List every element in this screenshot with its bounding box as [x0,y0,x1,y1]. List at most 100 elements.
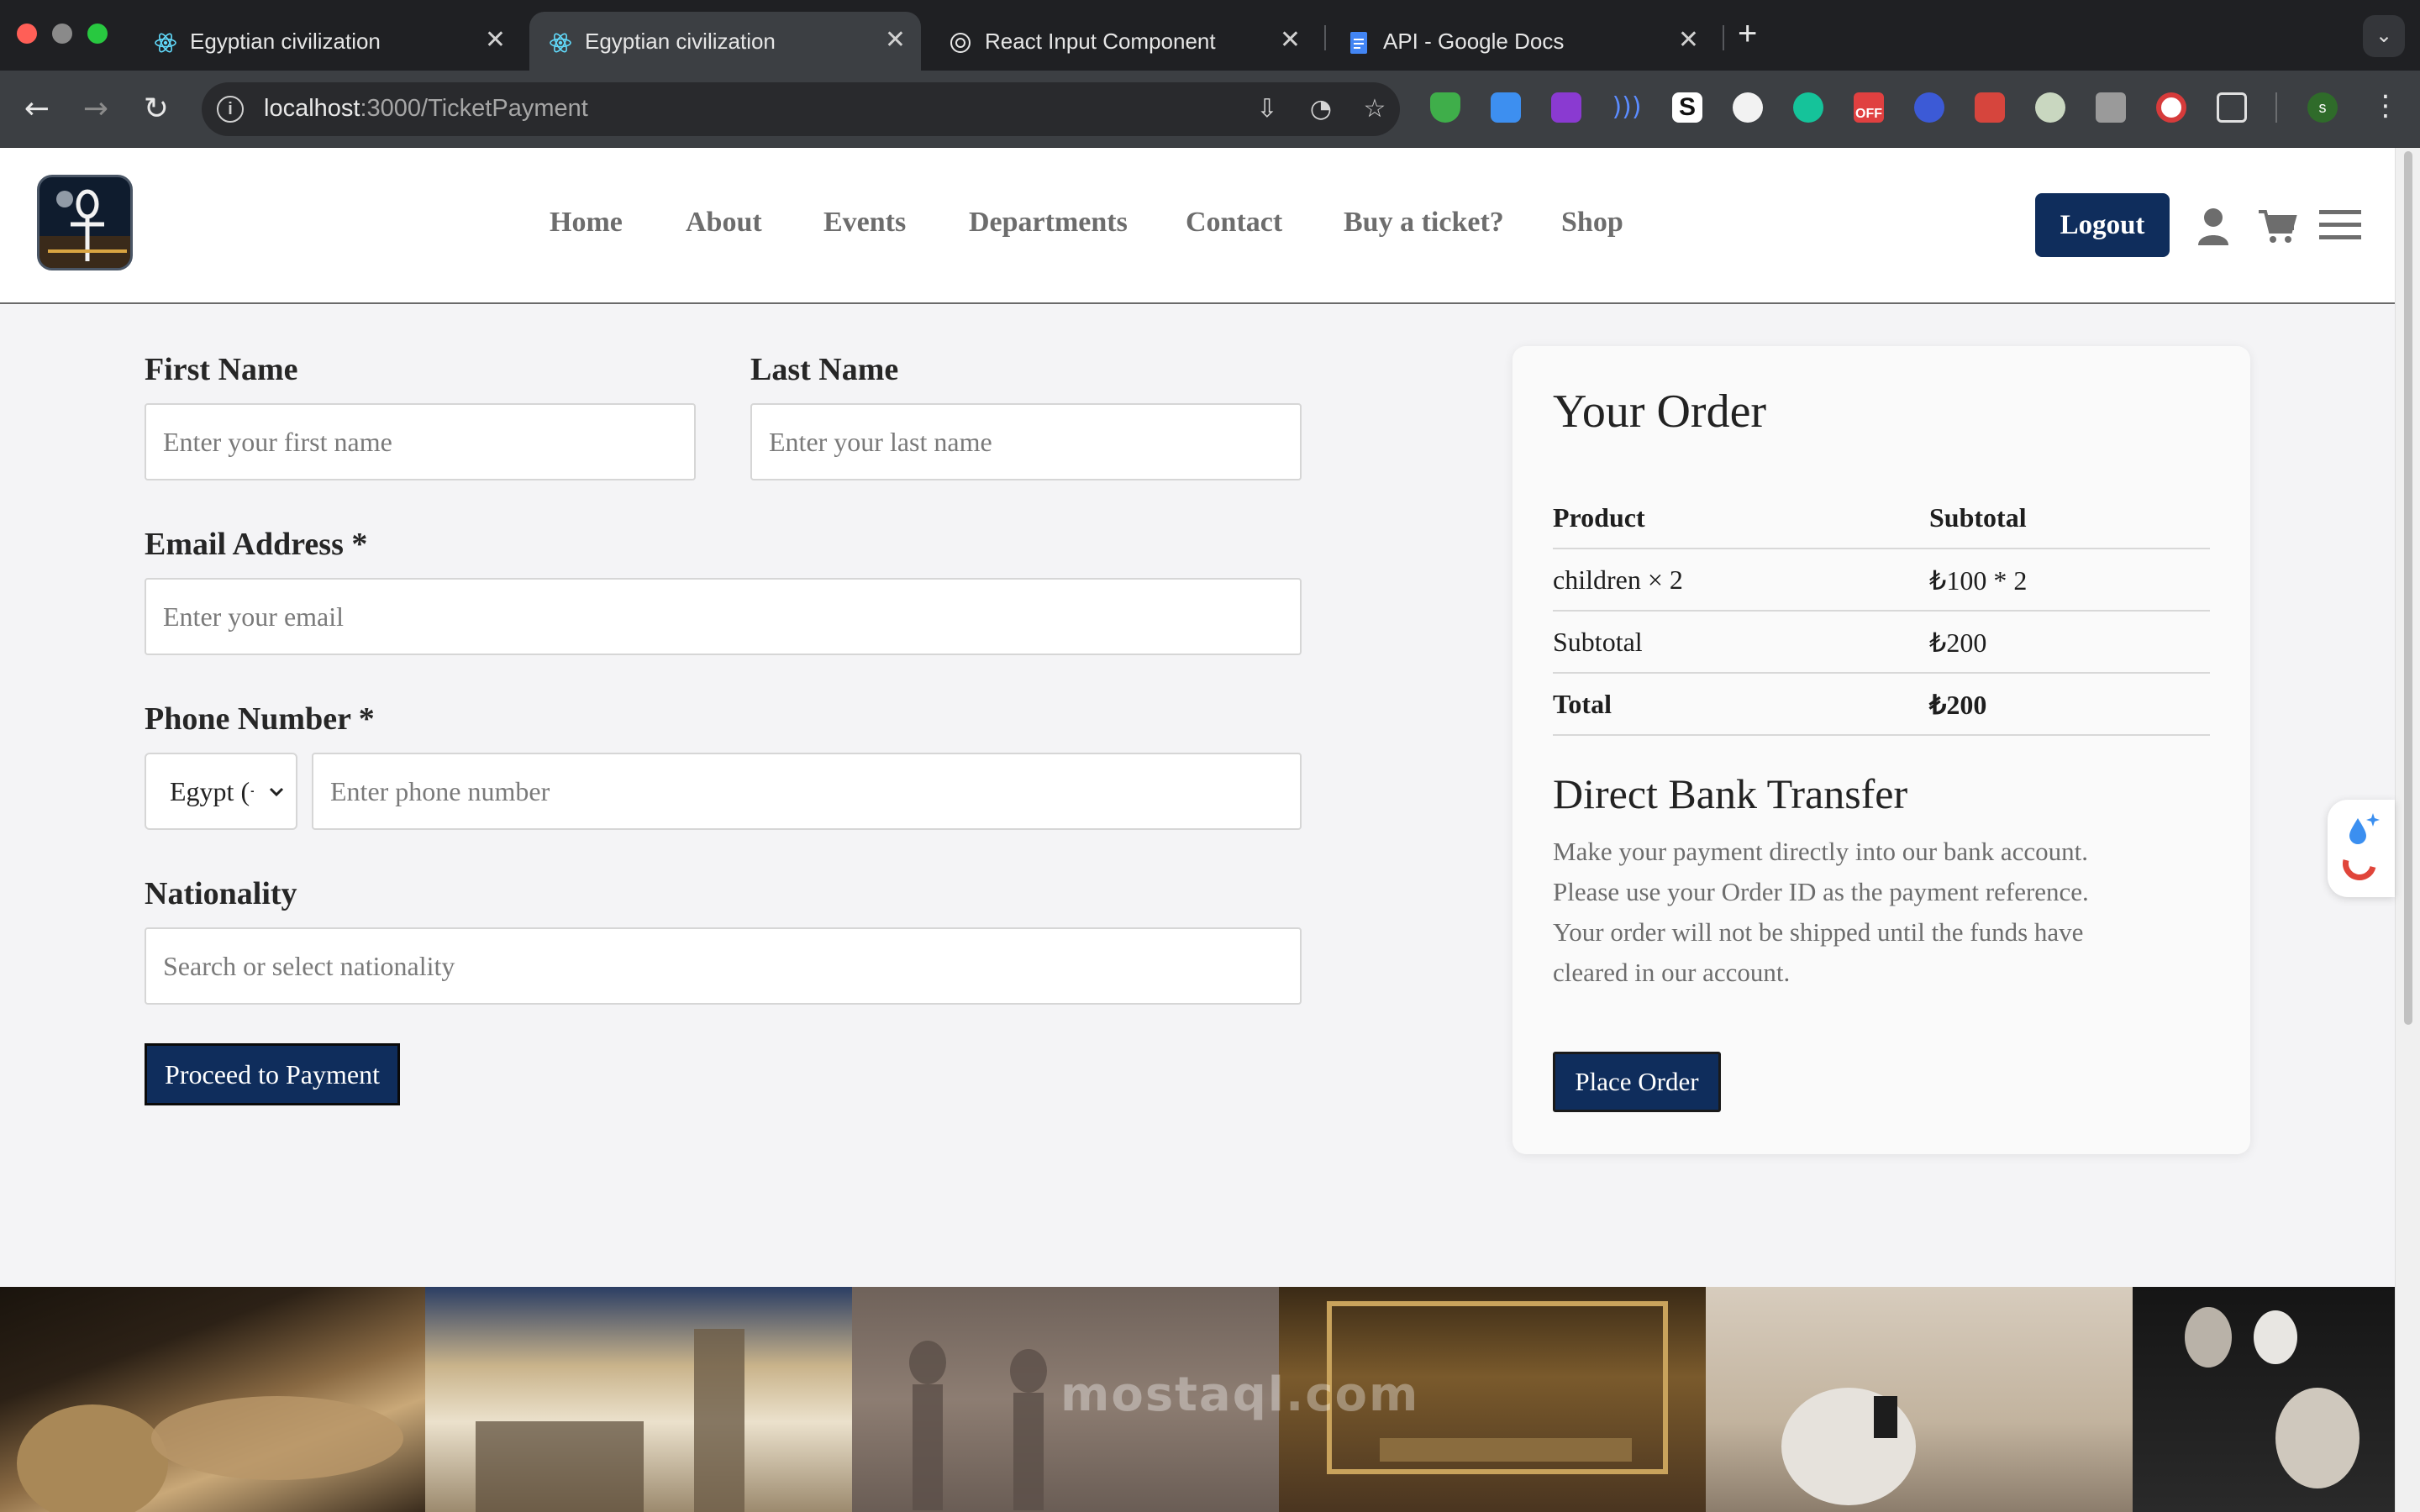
logout-button[interactable]: Logout [2035,193,2170,257]
tab-title: Egyptian civilization [585,29,776,54]
nav-shop[interactable]: Shop [1561,207,1623,239]
tomb-columns [476,1329,744,1512]
react-icon [550,33,571,53]
back-arrow-icon[interactable]: ← [15,87,59,131]
first-name-input[interactable] [145,403,696,480]
payment-method-title: Direct Bank Transfer [1553,770,1908,817]
scribd-icon[interactable]: S [1672,92,1702,123]
ladybug-icon[interactable] [1975,92,2005,123]
nav-buy-ticket[interactable]: Buy a ticket? [1344,207,1504,239]
chrome-circle-icon[interactable] [2156,92,2186,123]
forward-arrow-icon[interactable]: → [74,87,118,131]
product-column-header: Product [1553,502,1645,533]
address-bar[interactable]: i localhost:3000/TicketPayment ⇩ ◔ ☆ [202,82,1400,136]
scrollbar-thumb[interactable] [2404,151,2412,1025]
camera-icon[interactable] [2096,92,2126,123]
gear-badge-icon[interactable] [1914,92,1944,123]
minimize-window-button[interactable] [52,24,72,44]
nav-contact[interactable]: Contact [1186,207,1282,239]
phone-input[interactable] [312,753,1302,830]
audio-wave-icon[interactable]: ))) [1612,92,1642,123]
order-item-row: children × 2 ₺100 * 2 [1553,549,2210,612]
statue-heads-image [2133,1287,2395,1512]
new-tab-button[interactable]: + [1738,15,1757,53]
profile-avatar[interactable]: s [2307,92,2338,123]
hamburger-menu-icon[interactable] [2319,208,2361,242]
url-host: localhost [264,95,360,122]
mummy-image [0,1287,425,1512]
offer-icon[interactable]: OFF [1854,92,1884,123]
total-label: Total [1553,689,1612,719]
maximize-window-button[interactable] [87,24,108,44]
url-path: :3000/TicketPayment [360,95,588,122]
site-info-icon[interactable]: i [217,96,244,123]
browser-tab-bar: Egyptian civilization ✕ Egyptian civiliz… [0,0,2420,71]
user-icon[interactable] [2196,207,2230,247]
cart-icon[interactable] [2257,207,2297,245]
chevron-down-icon [269,787,284,797]
color-orb-icon[interactable] [2035,92,2065,123]
grammarly-icon[interactable] [1793,92,1823,123]
ankh-logo[interactable] [37,175,133,270]
floating-assistant-widget[interactable] [2328,800,2395,897]
browser-tab[interactable]: React Input Component ✕ [929,12,1316,71]
nav-events[interactable]: Events [823,207,906,239]
drive-icon[interactable] [1733,92,1763,123]
page-scrollbar[interactable] [2395,148,2420,1512]
performance-gauge-icon[interactable]: ◔ [1306,94,1336,124]
nav-about[interactable]: About [686,207,762,239]
order-total-row: Total ₺200 [1553,674,2210,736]
openai-icon [950,33,971,53]
bookmark-star-icon[interactable]: ☆ [1360,94,1390,124]
subtotal-value: ₺200 [1929,627,1987,658]
water-drop-icon[interactable] [1491,92,1521,123]
order-summary-card: Your Order Product Subtotal children × 2… [1512,346,2250,1154]
close-tab-icon[interactable]: ✕ [1280,25,1301,55]
last-name-label: Last Name [750,352,899,387]
tomb-painting-image [425,1287,852,1512]
visitor-figure [1781,1388,1916,1505]
email-input[interactable] [145,578,1302,655]
tab-title: React Input Component [985,29,1216,54]
close-tab-icon[interactable]: ✕ [1678,25,1699,55]
offer-badge: OFF [1855,107,1882,121]
nationality-label: Nationality [145,876,297,911]
subtotal-label: Subtotal [1553,627,1643,657]
close-window-button[interactable] [17,24,37,44]
first-name-label: First Name [145,352,298,387]
nationality-input[interactable] [145,927,1302,1005]
ankh-icon [39,189,130,268]
nav-home[interactable]: Home [550,207,623,239]
tab-separator [1723,25,1724,50]
site-header: Home About Events Departments Contact Bu… [0,148,2395,304]
puzzle-icon[interactable] [2217,92,2247,123]
browser-tab[interactable]: API - Google Docs ✕ [1328,12,1714,71]
url-text[interactable]: localhost:3000/TicketPayment [264,95,588,123]
place-order-button[interactable]: Place Order [1553,1052,1721,1112]
last-name-input[interactable] [750,403,1302,480]
tab-title: Egyptian civilization [190,29,381,54]
order-subtotal-row: Subtotal ₺200 [1553,612,2210,674]
browser-tab[interactable]: Egyptian civilization ✕ [134,12,521,71]
close-tab-icon[interactable]: ✕ [885,25,906,55]
tab-search-icon[interactable]: ⌄ [2363,15,2405,57]
proceed-to-payment-button[interactable]: Proceed to Payment [145,1043,400,1105]
subtotal-column-header: Subtotal [1929,502,2027,533]
browser-tab-active[interactable]: Egyptian civilization ✕ [529,12,921,71]
payment-method-description: Make your payment directly into our bank… [1553,837,2089,987]
reload-icon[interactable]: ↻ [134,87,178,131]
total-value: ₺200 [1929,690,1987,720]
country-code-select[interactable]: Egypt (+20) [145,753,297,830]
country-code-value: Egypt (+20) [170,776,254,806]
watermark-text: mostaql.com [1060,1368,1420,1422]
media-icon[interactable] [1551,92,1581,123]
shield-check-icon[interactable] [1430,92,1460,123]
install-app-icon[interactable]: ⇩ [1252,94,1282,124]
close-tab-icon[interactable]: ✕ [485,25,506,55]
order-title: Your Order [1553,386,1767,438]
visitor-photo-image [1706,1287,2133,1512]
nav-departments[interactable]: Departments [969,207,1128,239]
phone-label: Phone Number * [145,701,375,737]
order-item-product: children × 2 [1553,564,1683,595]
browser-menu-icon[interactable]: ⋮ [2371,89,2400,123]
